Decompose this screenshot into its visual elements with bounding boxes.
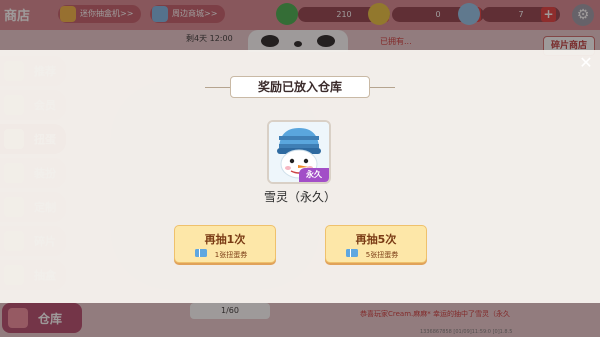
draw-five-button[interactable]: 再抽5次 5张扭蛋券 (325, 225, 427, 263)
reward-banner: 奖励已放入仓库 (230, 76, 370, 98)
reward-item-card[interactable]: 永久 (267, 120, 331, 184)
close-button[interactable]: ✕ (578, 55, 594, 71)
banner-line-right (370, 87, 395, 88)
banner-line-left (205, 87, 230, 88)
draw-once-button[interactable]: 再抽1次 1张扭蛋券 (174, 225, 276, 263)
permanent-badge: 永久 (299, 168, 329, 182)
reward-item-name: 雪灵（永久） (263, 190, 336, 204)
